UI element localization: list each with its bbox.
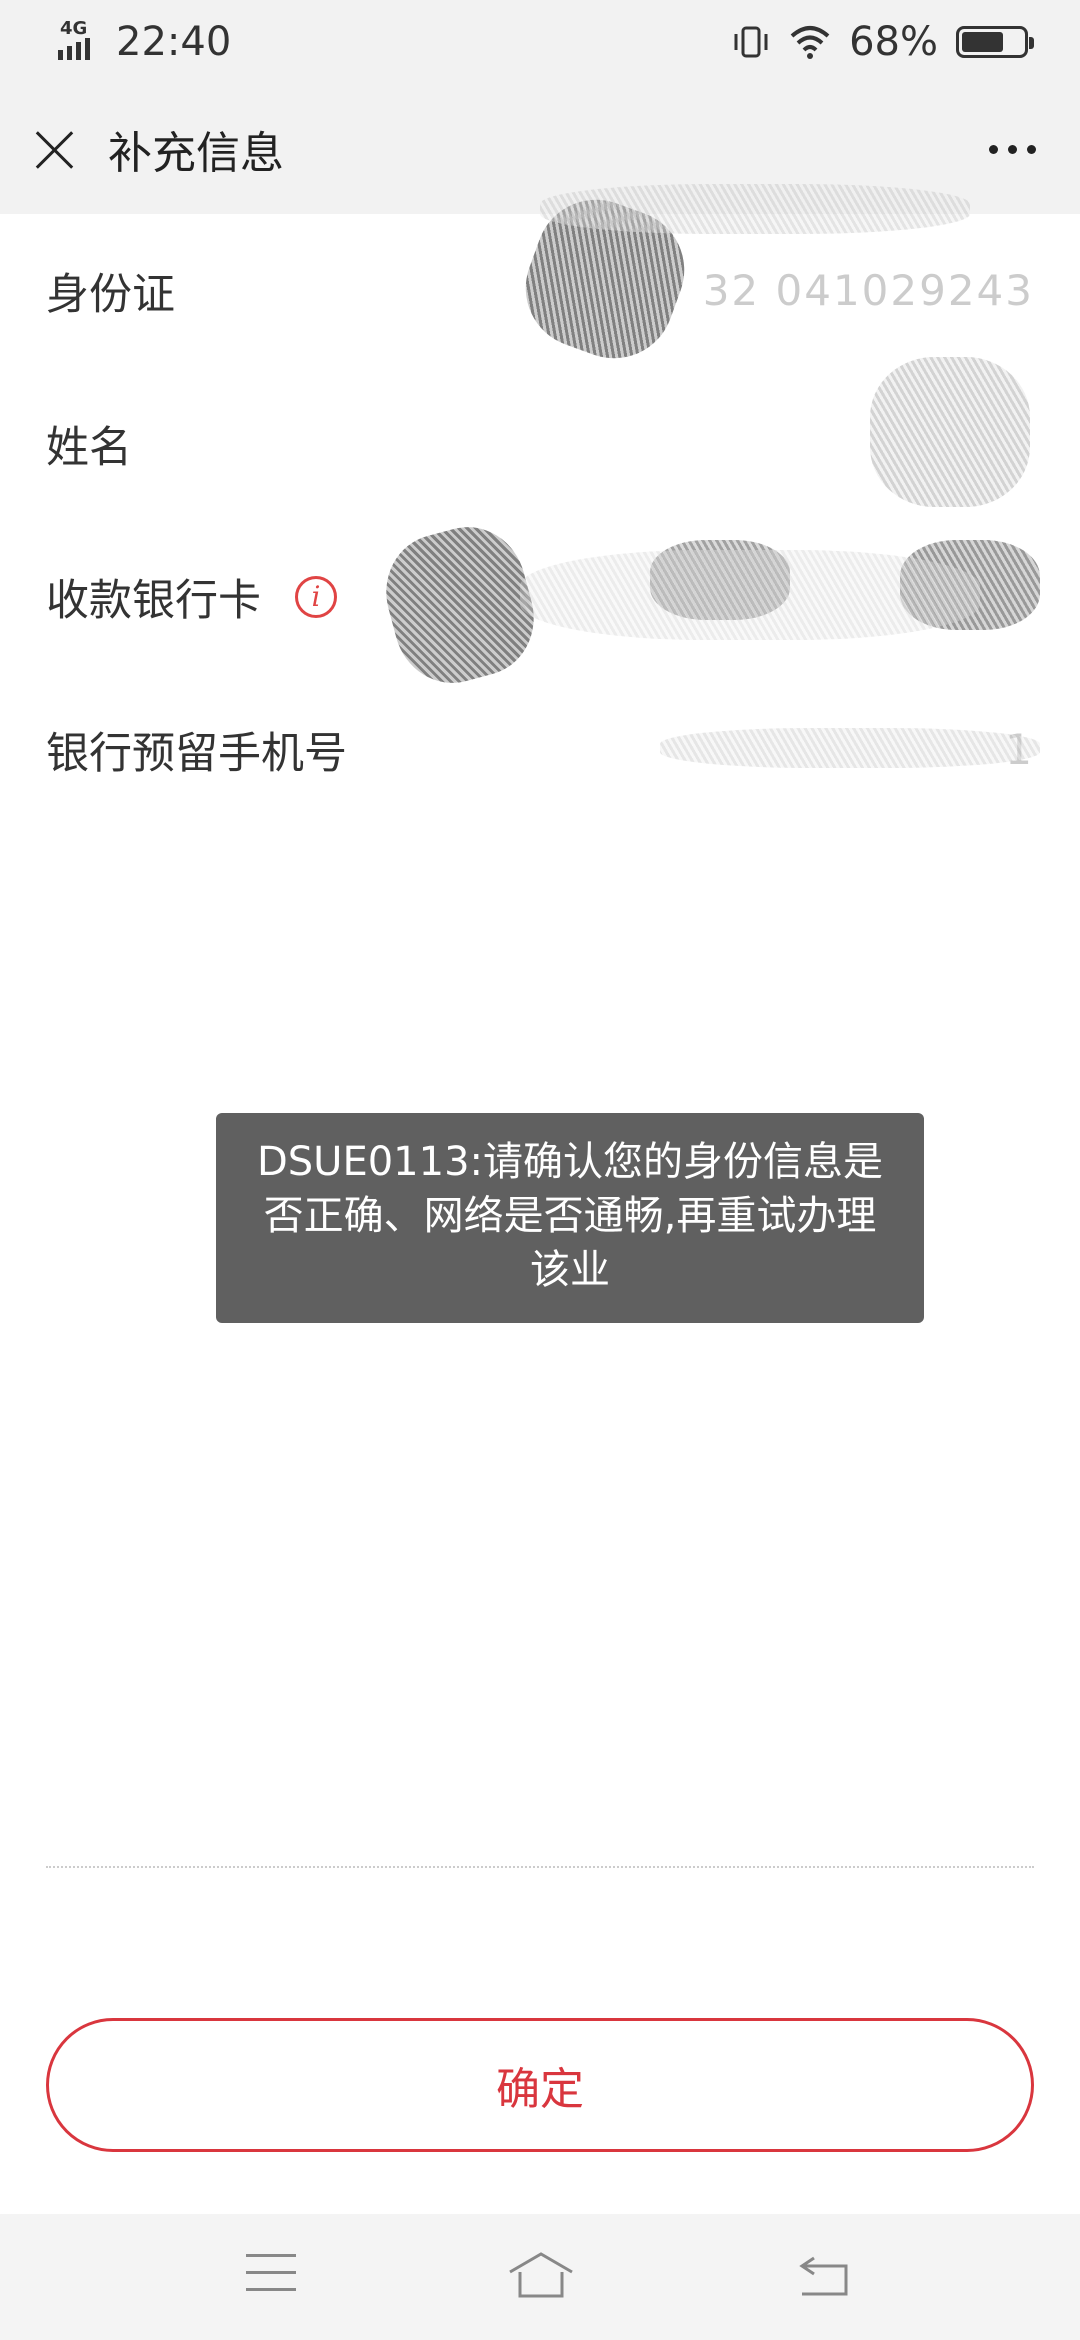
status-right: 68% <box>731 19 1034 65</box>
redaction-scribble <box>660 728 1040 768</box>
status-left: 4G 22:40 <box>56 18 232 65</box>
menu-icon[interactable] <box>246 2254 296 2294</box>
redaction-scribble <box>540 184 970 234</box>
status-bar: 4G 22:40 68% <box>0 0 1080 84</box>
status-time: 22:40 <box>116 19 232 65</box>
phone-label: 银行预留手机号 <box>46 728 347 779</box>
id-card-value: 32 041029243 <box>702 266 1034 315</box>
form-row-phone[interactable]: 银行预留手机号 1 <box>0 673 1080 826</box>
close-icon[interactable] <box>34 129 74 169</box>
network-type: 4G <box>60 18 88 39</box>
battery-fill <box>962 32 1003 52</box>
battery-percent: 68% <box>849 19 938 65</box>
info-icon[interactable]: i <box>295 575 337 618</box>
system-nav-bar <box>0 2214 1080 2340</box>
redaction-scribble <box>520 550 980 640</box>
signal-icon: 4G <box>56 18 106 64</box>
page-title: 补充信息 <box>108 128 284 179</box>
more-icon[interactable] <box>989 144 1036 154</box>
vibrate-icon <box>734 26 768 58</box>
redaction-scribble <box>870 357 1030 507</box>
name-label: 姓名 <box>46 422 132 473</box>
form-row-bank-card[interactable]: 收款银行卡 i <box>0 514 1080 696</box>
form-row-name[interactable]: 姓名 <box>0 357 1080 520</box>
back-icon[interactable] <box>796 2254 852 2298</box>
wifi-icon <box>790 26 830 59</box>
error-toast: DSUE0113:请确认您的身份信息是否正确、网络是否通畅,再重试办理该业 <box>216 1113 924 1323</box>
info-form: 身份证 32 041029243 姓名 收款银行卡 i 银行预留手机号 1 <box>0 182 1080 826</box>
battery-icon <box>956 26 1034 58</box>
bank-card-label: 收款银行卡 <box>46 575 261 626</box>
home-icon[interactable] <box>506 2250 576 2302</box>
confirm-button[interactable]: 确定 <box>46 2018 1034 2152</box>
id-card-label: 身份证 <box>46 269 175 320</box>
form-row-id-card[interactable]: 身份证 32 041029243 <box>0 182 1080 376</box>
signal-bars <box>58 38 90 60</box>
divider <box>46 1866 1034 1868</box>
